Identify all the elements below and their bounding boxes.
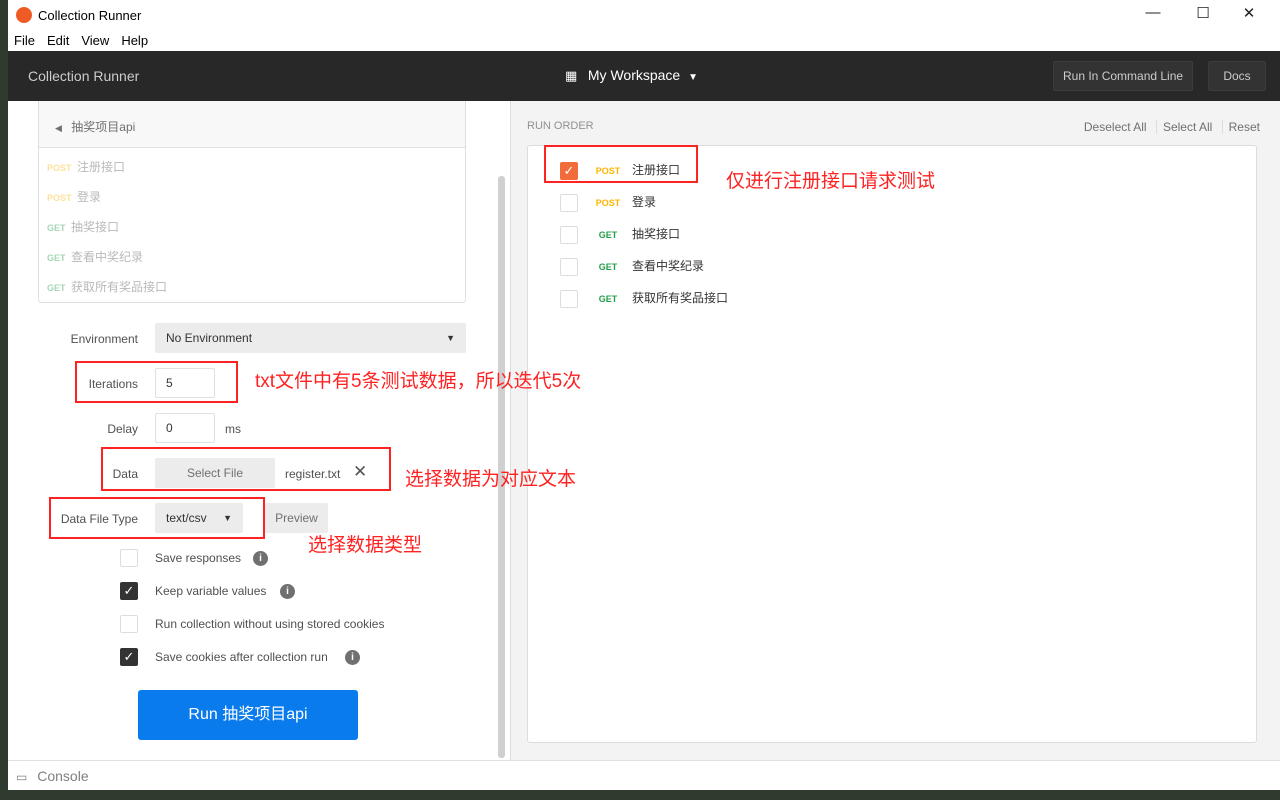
collection-request-item[interactable]: GET 抽奖接口 xyxy=(39,212,465,242)
collection-tree: ◀ 抽奖项目api POST 注册接口 POST 登录 GET 抽奖接口 GET 查看中奖纪录… xyxy=(38,101,466,303)
run-order-panel: RUN ORDER Deselect All Select All Reset … xyxy=(510,101,1280,760)
method-badge: POST xyxy=(47,193,72,203)
option-checkbox[interactable] xyxy=(120,615,138,633)
option-label: Run collection without using stored cook… xyxy=(155,617,385,631)
caret-down-icon: ▼ xyxy=(688,72,699,83)
method-badge: POST xyxy=(47,163,72,173)
console-button[interactable]: Console xyxy=(37,768,88,784)
run-collection-button[interactable]: Run 抽奖项目api xyxy=(138,690,358,740)
environment-value: No Environment xyxy=(166,331,253,345)
select-all-link[interactable]: Select All xyxy=(1163,120,1212,134)
run-order-item[interactable]: GET 获取所有奖品接口 xyxy=(560,282,1256,314)
collection-header[interactable]: ◀ 抽奖项目api xyxy=(39,101,465,148)
collection-request-item[interactable]: GET 查看中奖纪录 xyxy=(39,242,465,272)
delay-label: Delay xyxy=(107,422,138,436)
info-icon[interactable]: i xyxy=(280,584,295,599)
method-badge: GET xyxy=(47,253,66,263)
request-name: 注册接口 xyxy=(77,160,126,174)
annotation-box-data xyxy=(101,447,391,491)
info-icon[interactable]: i xyxy=(345,650,360,665)
maximize-button[interactable]: ☐ xyxy=(1188,4,1218,22)
environment-label: Environment xyxy=(70,332,138,346)
run-order-list: ✓ POST 注册接口 POST 登录 GET 抽奖接口 GET 查看中奖纪录 GET 获取所有奖品… xyxy=(527,145,1257,743)
run-order-checkbox[interactable] xyxy=(560,289,578,308)
option-checkbox[interactable] xyxy=(120,549,138,567)
docs-button[interactable]: Docs xyxy=(1208,61,1266,91)
run-order-checkbox[interactable] xyxy=(560,257,578,276)
info-icon[interactable]: i xyxy=(253,551,268,566)
request-name: 登录 xyxy=(632,195,657,209)
preview-button[interactable]: Preview xyxy=(265,503,328,533)
console-icon[interactable]: ▭ xyxy=(16,770,27,784)
back-caret-icon: ◀ xyxy=(55,123,62,133)
delay-input[interactable]: 0 xyxy=(155,413,215,443)
runner-config-panel: ◀ 抽奖项目api POST 注册接口 POST 登录 GET 抽奖接口 GET 查看中奖纪录… xyxy=(8,101,508,760)
option-checkbox[interactable]: ✓ xyxy=(120,648,138,666)
annotation-iterations: txt文件中有5条测试数据，所以迭代5次 xyxy=(255,371,582,392)
run-order-item[interactable]: GET 抽奖接口 xyxy=(560,218,1256,250)
method-badge: POST xyxy=(595,198,621,208)
workspace-name: My Workspace xyxy=(587,67,681,83)
menu-edit[interactable]: Edit xyxy=(47,33,69,48)
run-order-actions: Deselect All Select All Reset xyxy=(1084,120,1260,134)
menu-view[interactable]: View xyxy=(81,33,109,48)
postman-logo-icon xyxy=(16,7,32,23)
annotation-run-order: 仅进行注册接口请求测试 xyxy=(726,171,936,192)
annotation-data: 选择数据为对应文本 xyxy=(405,469,577,490)
menu-help[interactable]: Help xyxy=(121,33,148,48)
method-badge: GET xyxy=(47,283,66,293)
method-badge: GET xyxy=(47,223,66,233)
request-name: 登录 xyxy=(77,190,102,204)
collection-request-item[interactable]: POST 注册接口 xyxy=(39,152,465,182)
close-window-button[interactable]: ✕ xyxy=(1234,4,1264,22)
app-header: Collection Runner ▦ My Workspace ▼ Run I… xyxy=(8,51,1280,101)
option-label: Save cookies after collection run xyxy=(155,650,328,664)
run-order-checkbox[interactable] xyxy=(560,193,578,212)
caret-down-icon: ▼ xyxy=(446,333,455,343)
minimize-button[interactable]: — xyxy=(1138,4,1168,21)
request-name: 获取所有奖品接口 xyxy=(632,291,729,305)
method-badge: GET xyxy=(598,230,618,240)
collection-request-item[interactable]: GET 获取所有奖品接口 xyxy=(39,272,465,302)
method-badge: GET xyxy=(598,262,618,272)
app-window: Collection Runner — ☐ ✕ File Edit View Help… xyxy=(8,0,1280,790)
run-order-item[interactable]: GET 查看中奖纪录 xyxy=(560,250,1256,282)
request-name: 抽奖接口 xyxy=(632,227,681,241)
menu-file[interactable]: File xyxy=(14,33,35,48)
menu-bar: File Edit View Help xyxy=(14,33,160,48)
collection-name: 抽奖项目api xyxy=(71,120,136,134)
title-bar: Collection Runner — ☐ ✕ xyxy=(8,0,1280,30)
option-checkbox[interactable]: ✓ xyxy=(120,582,138,600)
request-name: 查看中奖纪录 xyxy=(71,250,144,264)
window-title: Collection Runner xyxy=(38,8,142,23)
grid-icon: ▦ xyxy=(565,68,578,83)
environment-select[interactable]: No Environment ▼ xyxy=(155,323,466,353)
annotation-data-type: 选择数据类型 xyxy=(308,535,423,556)
collection-request-item[interactable]: POST 登录 xyxy=(39,182,465,212)
option-label: Save responses xyxy=(155,551,242,565)
annotation-box-run-order xyxy=(544,145,698,183)
header-title: Collection Runner xyxy=(28,68,140,84)
status-bar: ▭ Console xyxy=(8,760,1280,790)
request-name: 获取所有奖品接口 xyxy=(71,280,168,294)
method-badge: GET xyxy=(598,294,618,304)
request-name: 查看中奖纪录 xyxy=(632,259,705,273)
request-name: 抽奖接口 xyxy=(71,220,120,234)
run-in-command-line-button[interactable]: Run In Command Line xyxy=(1053,61,1194,91)
reset-link[interactable]: Reset xyxy=(1229,120,1260,134)
deselect-all-link[interactable]: Deselect All xyxy=(1084,120,1147,134)
run-order-checkbox[interactable] xyxy=(560,225,578,244)
workspace-switcher[interactable]: ▦ My Workspace ▼ xyxy=(565,67,698,84)
delay-unit: ms xyxy=(225,422,241,436)
annotation-box-data-type xyxy=(49,497,265,539)
run-order-title: RUN ORDER xyxy=(527,120,594,132)
option-label: Keep variable values xyxy=(155,584,267,598)
annotation-box-iterations xyxy=(75,361,238,403)
